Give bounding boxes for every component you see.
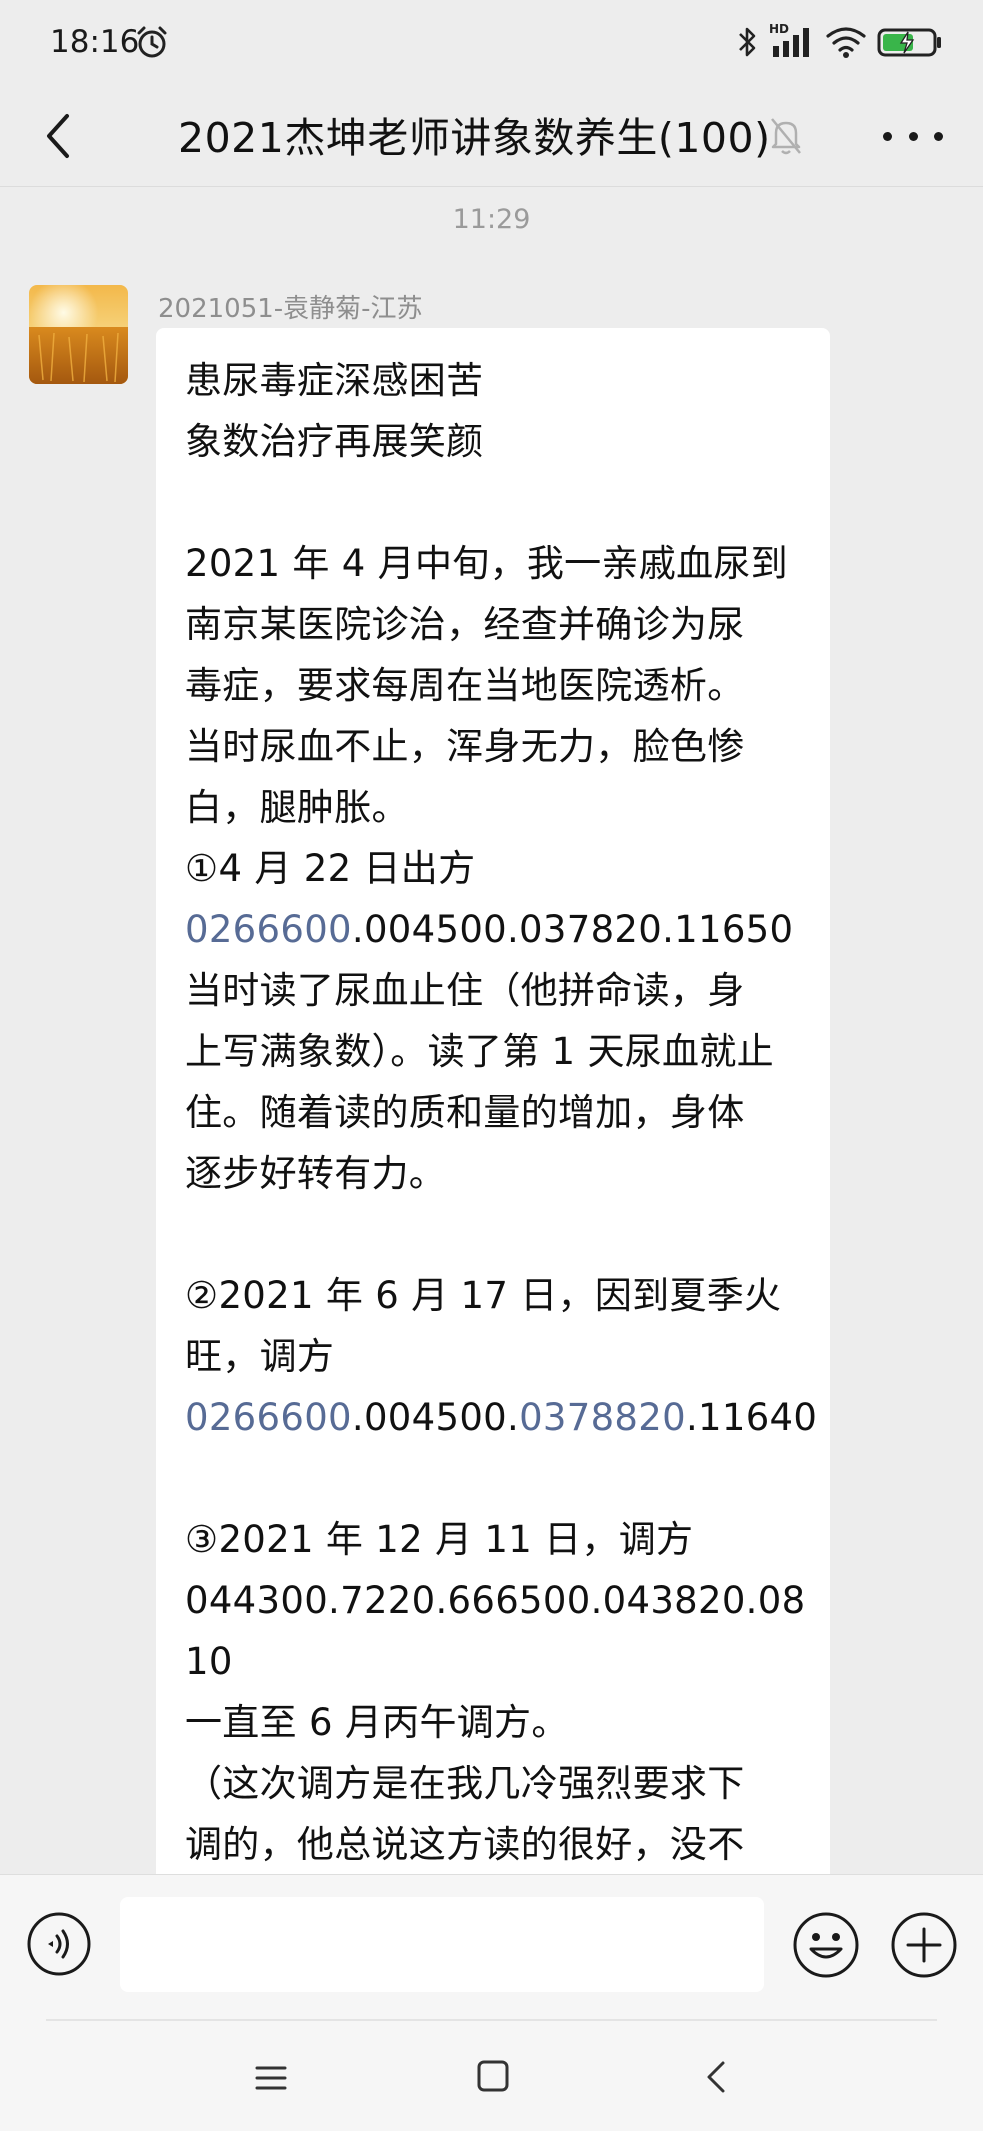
message-line: 象数治疗再展笑颜 <box>185 411 815 472</box>
message-line <box>185 1448 815 1509</box>
message-text-segment: ②2021 年 6 月 17 日，因到夏季火 <box>185 1274 782 1317</box>
voice-input-icon[interactable] <box>26 1911 92 1977</box>
message-timestamp: 11:29 <box>452 204 531 235</box>
input-bar <box>0 1874 983 2020</box>
message-line: 患尿毒症深感困苦 <box>185 350 815 411</box>
system-nav-bar <box>0 2019 983 2131</box>
chevron-left-icon <box>47 114 69 158</box>
back-button[interactable] <box>28 106 88 166</box>
status-icons: HD <box>737 22 943 62</box>
message-line: 当时读了尿血止住（他拼命读，身 <box>185 960 815 1021</box>
chat-title: 2021杰坤老师讲象数养生(100) <box>178 114 771 162</box>
nav-back-icon[interactable] <box>704 2059 728 2095</box>
message-text-segment: .004500.037820.11650 <box>351 908 794 951</box>
message-text-segment: 10 <box>185 1640 233 1683</box>
message-line: 毒症，要求每周在当地医院透析。 <box>185 655 815 716</box>
mute-bell-icon <box>771 118 801 155</box>
message-input[interactable] <box>120 1897 764 1992</box>
message-text-segment: （这次调方是在我几冷强烈要求下 <box>185 1762 745 1805</box>
status-bar: 18:16 HD <box>0 0 983 86</box>
message-line: 044300.7220.666500.043820.08 <box>185 1570 815 1631</box>
message-line: 南京某医院诊治，经查并确诊为尿 <box>185 594 815 655</box>
emoji-icon[interactable] <box>792 1911 860 1979</box>
dot-icon <box>883 131 892 141</box>
message-text-segment: ③2021 年 12 月 11 日，调方 <box>185 1518 694 1561</box>
message-text-segment: 上写满象数）。读了第 1 天尿血就止 <box>185 1030 774 1073</box>
sender-avatar[interactable] <box>29 285 128 384</box>
number-link[interactable]: 0266600 <box>185 1396 352 1439</box>
message-text: 患尿毒症深感困苦 象数治疗再展笑颜 2021 年 4 月中旬，我一亲戚血尿到 南京某医… <box>185 350 818 1875</box>
more-options-button[interactable] <box>883 114 943 158</box>
message-line: 住。随着读的质和量的增加，身体 <box>185 1082 815 1143</box>
header-divider <box>0 186 983 187</box>
home-icon[interactable] <box>476 2059 510 2093</box>
message-text-segment: 044300.7220.666500.043820.08 <box>185 1579 806 1622</box>
message-bubble[interactable]: 患尿毒症深感困苦 象数治疗再展笑颜 2021 年 4 月中旬，我一亲戚血尿到 南京某医… <box>156 328 830 1888</box>
message-line: 10 <box>185 1631 815 1692</box>
add-attachment-icon[interactable] <box>890 1911 958 1979</box>
recent-apps-icon[interactable] <box>254 2063 288 2093</box>
message-text-segment: 当时尿血不止，浑身无力，脸色惨 <box>185 725 745 768</box>
message-line: 当时尿血不止，浑身无力，脸色惨 <box>185 716 815 777</box>
message-line: （这次调方是在我几冷强烈要求下 <box>185 1753 815 1814</box>
message-text-segment: 当时读了尿血止住（他拼命读，身 <box>185 969 745 1012</box>
message-text-segment: 患尿毒症深感困苦 <box>185 359 484 402</box>
message-line: 白，腿肿胀。 <box>185 777 815 838</box>
message-line: 2021 年 4 月中旬，我一亲戚血尿到 <box>185 533 815 594</box>
sender-name: 2021051-袁静菊-江苏 <box>158 294 423 324</box>
battery-icon <box>877 28 941 57</box>
message-line: 一直至 6 月丙午调方。 <box>185 1692 815 1753</box>
message-text-segment: 一直至 6 月丙午调方。 <box>185 1701 569 1744</box>
message-line: 旺，调方 <box>185 1326 815 1387</box>
message-text-segment: 象数治疗再展笑颜 <box>185 420 484 463</box>
message-line: 调的，他总说这方读的很好，没不 <box>185 1814 815 1875</box>
message-text-segment: 逐步好转有力。 <box>185 1152 447 1195</box>
message-text-segment: 白，腿肿胀。 <box>185 786 409 829</box>
message-text-segment: 南京某医院诊治，经查并确诊为尿 <box>185 603 745 646</box>
status-time: 18:16 <box>50 24 140 60</box>
message-line <box>185 1204 815 1265</box>
bluetooth-icon <box>739 27 756 57</box>
message-line: ②2021 年 6 月 17 日，因到夏季火 <box>185 1265 815 1326</box>
alarm-clock-icon <box>137 26 167 58</box>
message-text-segment: 毒症，要求每周在当地医院透析。 <box>185 664 745 707</box>
message-text-segment: ①4 月 22 日出方 <box>185 847 476 890</box>
message-text-segment: .11640 <box>685 1396 818 1439</box>
message-text-segment: 旺，调方 <box>185 1335 335 1378</box>
message-text-segment: 调的，他总说这方读的很好，没不 <box>185 1823 745 1866</box>
signal-strength-icon: HD <box>769 22 815 60</box>
message-line: ③2021 年 12 月 11 日，调方 <box>185 1509 815 1570</box>
dot-icon <box>908 131 918 141</box>
number-link[interactable]: 0378820 <box>519 1396 686 1439</box>
message-line <box>185 472 815 533</box>
chat-header: 2021杰坤老师讲象数养生(100) <box>0 86 983 186</box>
number-link[interactable]: 0266600 <box>185 908 352 951</box>
message-line: ①4 月 22 日出方 <box>185 838 815 899</box>
message-text-segment: 2021 年 4 月中旬，我一亲戚血尿到 <box>185 542 788 585</box>
message-text-segment: 住。随着读的质和量的增加，身体 <box>185 1091 745 1134</box>
message-text-segment: .004500. <box>351 1396 520 1439</box>
wifi-icon <box>826 27 866 58</box>
wheat-field-sunset-image <box>29 285 128 384</box>
message-line: 上写满象数）。读了第 1 天尿血就止 <box>185 1021 815 1082</box>
dot-icon <box>934 131 943 141</box>
nav-divider <box>46 2019 937 2021</box>
message-line: 0266600.004500.037820.11650 <box>185 899 815 960</box>
message-line: 逐步好转有力。 <box>185 1143 815 1204</box>
message-line: 0266600.004500.0378820.11640 <box>185 1387 818 1448</box>
